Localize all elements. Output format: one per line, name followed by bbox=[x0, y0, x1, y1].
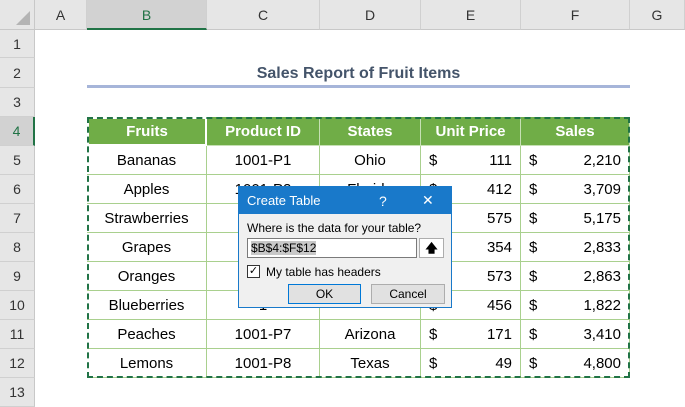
table-cell[interactable]: $4,800 bbox=[521, 349, 630, 378]
cell-value: 456 bbox=[486, 296, 512, 314]
table-header-cell[interactable]: Product ID bbox=[207, 117, 320, 146]
currency-symbol: $ bbox=[429, 354, 438, 372]
cell-value: 4,800 bbox=[583, 354, 621, 372]
cell-value: 49 bbox=[495, 354, 512, 372]
cell-value: 2,863 bbox=[583, 267, 621, 285]
cell-value: 2,210 bbox=[583, 151, 621, 169]
range-prompt: Where is the data for your table? bbox=[247, 221, 422, 235]
currency-symbol: $ bbox=[529, 151, 538, 169]
cell-value: 1,822 bbox=[583, 296, 621, 314]
row-header-13[interactable]: 13 bbox=[0, 378, 35, 407]
currency-symbol: $ bbox=[529, 180, 538, 198]
create-table-dialog: Create Table ? ✕ Where is the data for y… bbox=[238, 186, 452, 308]
table-cell[interactable]: Bananas bbox=[87, 146, 207, 175]
row-header-7[interactable]: 7 bbox=[0, 204, 35, 233]
row-header-6[interactable]: 6 bbox=[0, 175, 35, 204]
column-header-A[interactable]: A bbox=[35, 0, 87, 30]
table-cell[interactable]: $5,175 bbox=[521, 204, 630, 233]
dialog-title: Create Table bbox=[247, 193, 321, 208]
table-cell[interactable]: $171 bbox=[421, 320, 521, 349]
table-cell[interactable]: $1,822 bbox=[521, 291, 630, 320]
cell-value: 2,833 bbox=[583, 238, 621, 256]
table-header-cell[interactable]: Fruits bbox=[87, 117, 207, 146]
table-header-cell[interactable]: States bbox=[320, 117, 421, 146]
headers-checkbox-label[interactable]: My table has headers bbox=[266, 265, 381, 279]
table-cell[interactable]: Arizona bbox=[320, 320, 421, 349]
row-header-4[interactable]: 4 bbox=[0, 117, 35, 146]
table-cell[interactable]: Strawberries bbox=[87, 204, 207, 233]
column-header-B[interactable]: B bbox=[87, 0, 207, 30]
cell-value: 412 bbox=[486, 180, 512, 198]
row-header-11[interactable]: 11 bbox=[0, 320, 35, 349]
ok-button[interactable]: OK bbox=[288, 284, 361, 304]
table-cell[interactable]: $2,833 bbox=[521, 233, 630, 262]
column-header-C[interactable]: C bbox=[207, 0, 320, 30]
table-header-cell[interactable]: Sales bbox=[521, 117, 630, 146]
column-header-E[interactable]: E bbox=[421, 0, 521, 30]
currency-symbol: $ bbox=[529, 296, 538, 314]
report-title: Sales Report of Fruit Items bbox=[87, 58, 630, 88]
table-cell[interactable]: $49 bbox=[421, 349, 521, 378]
cell-value: 111 bbox=[489, 151, 512, 169]
table-cell[interactable]: Apples bbox=[87, 175, 207, 204]
table-cell[interactable]: Ohio bbox=[320, 146, 421, 175]
table-cell[interactable]: 1001-P8 bbox=[207, 349, 320, 378]
currency-symbol: $ bbox=[529, 267, 538, 285]
currency-symbol: $ bbox=[529, 209, 538, 227]
column-header-F[interactable]: F bbox=[521, 0, 630, 30]
currency-symbol: $ bbox=[429, 151, 438, 169]
table-cell[interactable]: $111 bbox=[421, 146, 521, 175]
cell-value: 354 bbox=[486, 238, 512, 256]
column-header-G[interactable]: G bbox=[630, 0, 685, 30]
table-cell[interactable]: $2,210 bbox=[521, 146, 630, 175]
currency-symbol: $ bbox=[529, 325, 538, 343]
cell-value: 171 bbox=[486, 325, 512, 343]
dialog-title-bar: Create Table ? ✕ bbox=[239, 187, 451, 214]
currency-symbol: $ bbox=[529, 354, 538, 372]
row-header-12[interactable]: 12 bbox=[0, 349, 35, 378]
cell-value: 573 bbox=[486, 267, 512, 285]
checkmark-icon: ✓ bbox=[248, 265, 259, 277]
row-header-8[interactable]: 8 bbox=[0, 233, 35, 262]
row-header-3[interactable]: 3 bbox=[0, 88, 35, 117]
cell-value: 3,410 bbox=[583, 325, 621, 343]
up-arrow-icon: 🡅 bbox=[425, 241, 438, 255]
select-all-corner[interactable] bbox=[0, 0, 35, 30]
close-icon[interactable]: ✕ bbox=[422, 192, 434, 209]
row-header-2[interactable]: 2 bbox=[0, 58, 35, 88]
table-cell[interactable]: 1001-P1 bbox=[207, 146, 320, 175]
table-cell[interactable]: $2,863 bbox=[521, 262, 630, 291]
cell-value: 575 bbox=[486, 209, 512, 227]
table-cell[interactable]: Oranges bbox=[87, 262, 207, 291]
table-cell[interactable]: $3,410 bbox=[521, 320, 630, 349]
collapse-dialog-button[interactable]: 🡅 bbox=[419, 238, 444, 258]
table-cell[interactable]: Texas bbox=[320, 349, 421, 378]
column-header-D[interactable]: D bbox=[320, 0, 421, 30]
cell-value: 5,175 bbox=[583, 209, 621, 227]
row-header-5[interactable]: 5 bbox=[0, 146, 35, 175]
help-button[interactable]: ? bbox=[379, 193, 387, 209]
table-header-cell[interactable]: Unit Price bbox=[421, 117, 521, 146]
table-cell[interactable]: Peaches bbox=[87, 320, 207, 349]
row-header-9[interactable]: 9 bbox=[0, 262, 35, 291]
cancel-button[interactable]: Cancel bbox=[371, 284, 445, 304]
currency-symbol: $ bbox=[529, 238, 538, 256]
range-input[interactable]: $B$4:$F$12 bbox=[247, 238, 417, 258]
row-header-1[interactable]: 1 bbox=[0, 30, 35, 58]
table-cell[interactable]: Blueberries bbox=[87, 291, 207, 320]
cell-value: 3,709 bbox=[583, 180, 621, 198]
currency-symbol: $ bbox=[429, 325, 438, 343]
table-cell[interactable]: $3,709 bbox=[521, 175, 630, 204]
headers-checkbox[interactable]: ✓ bbox=[247, 265, 260, 278]
row-header-10[interactable]: 10 bbox=[0, 291, 35, 320]
table-cell[interactable]: Lemons bbox=[87, 349, 207, 378]
table-cell[interactable]: 1001-P7 bbox=[207, 320, 320, 349]
table-cell[interactable]: Grapes bbox=[87, 233, 207, 262]
